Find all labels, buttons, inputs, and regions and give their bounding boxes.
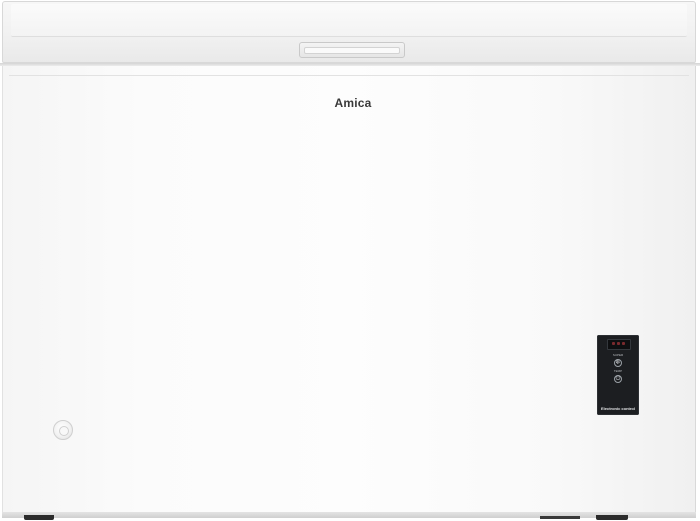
- super-label: SUPER: [612, 353, 624, 357]
- foot-left: [24, 515, 54, 520]
- lid-handle-grip: [304, 47, 400, 54]
- temp-label: TEMP: [613, 369, 623, 373]
- temperature-display: [607, 339, 631, 350]
- freezer-body: Amica: [2, 66, 696, 514]
- drain-plug[interactable]: [53, 420, 73, 440]
- drain-plug-center: [59, 426, 69, 436]
- display-digit: [617, 342, 620, 345]
- power-icon[interactable]: ⏻: [614, 375, 622, 383]
- foot-right: [596, 515, 628, 520]
- display-digit: [622, 342, 625, 345]
- body-top-line: [9, 75, 689, 76]
- base-vent: [540, 516, 580, 519]
- display-digit: [612, 342, 615, 345]
- lid-handle[interactable]: [299, 42, 405, 58]
- freezer-base: [2, 512, 696, 518]
- brand-logo: Amica: [334, 96, 372, 110]
- snowflake-icon[interactable]: ❄: [614, 359, 622, 367]
- electronic-control-label: Electronic control: [600, 406, 635, 411]
- lid-top-surface: [11, 4, 687, 37]
- freezer-lid[interactable]: [2, 1, 696, 63]
- chest-freezer-scene: Amica SUPER ❄ TEMP ⏻ Electronic control: [0, 0, 700, 521]
- electronic-control-panel: SUPER ❄ TEMP ⏻ Electronic control: [597, 335, 639, 415]
